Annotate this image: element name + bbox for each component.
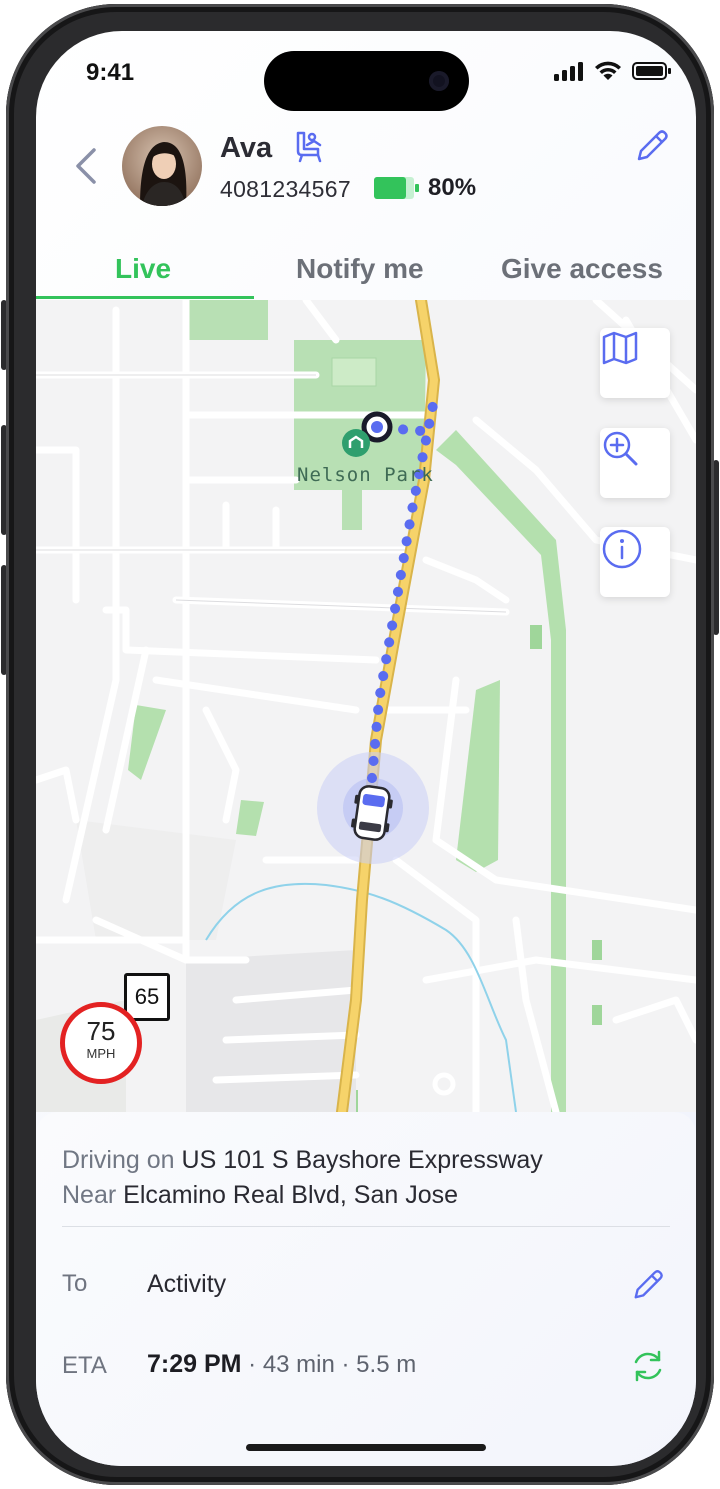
zoom-in-icon <box>603 431 638 466</box>
trip-details-sheet: Driving on US 101 S Bayshore Expressway … <box>36 1112 696 1466</box>
destination-value: Activity <box>147 1270 227 1298</box>
avatar[interactable] <box>122 126 202 206</box>
chevron-left-icon <box>76 148 96 184</box>
status-icons <box>554 61 672 81</box>
active-tab-indicator <box>36 296 254 299</box>
camera-icon <box>429 71 449 91</box>
tab-live[interactable]: Live <box>115 253 171 285</box>
tab-notify-me[interactable]: Notify me <box>296 253 424 285</box>
refresh-eta-button[interactable] <box>628 1346 668 1386</box>
info-icon <box>602 529 642 569</box>
dynamic-island <box>264 51 469 111</box>
battery-icon <box>374 177 420 199</box>
phone-frame: 9:41 Ava 4081234567 80% Live Notify me G… <box>6 4 714 1485</box>
eta-label: ETA <box>62 1352 107 1379</box>
divider <box>62 1226 670 1227</box>
pencil-icon <box>634 1270 663 1299</box>
driving-on-line: Driving on US 101 S Bayshore Expressway <box>62 1146 543 1175</box>
current-speed-value: 75 <box>86 1016 116 1046</box>
speed-limit-sign: 65 <box>124 973 170 1021</box>
pencil-icon <box>637 130 668 161</box>
battery-percent: 80% <box>428 174 477 201</box>
near-line: Near Elcamino Real Blvd, San Jose <box>62 1181 458 1210</box>
battery-status-icon <box>632 62 671 80</box>
current-road: US 101 S Bayshore Expressway <box>181 1146 543 1174</box>
edit-destination-button[interactable] <box>628 1265 668 1305</box>
near-prefix: Near <box>62 1181 117 1209</box>
current-speed-badge: 75 MPH <box>60 1002 142 1084</box>
home-indicator[interactable] <box>246 1444 486 1451</box>
driving-on-prefix: Driving on <box>62 1146 175 1174</box>
car-seat-icon <box>290 127 330 167</box>
contact-name: Ava <box>220 132 273 164</box>
wifi-icon <box>595 61 621 80</box>
cellular-signal-icon <box>554 62 583 81</box>
speed-unit: MPH <box>86 1046 116 1061</box>
live-map[interactable]: Nelson Park 65 75 MPH <box>36 300 696 1112</box>
eta-time: 7:29 PM <box>147 1350 242 1378</box>
info-button[interactable] <box>600 527 670 597</box>
tab-give-access[interactable]: Give access <box>501 253 663 285</box>
status-time: 9:41 <box>86 59 135 86</box>
eta-details: · 43 min · 5.5 m <box>241 1351 417 1378</box>
to-label: To <box>62 1270 88 1297</box>
avatar-photo <box>122 126 202 206</box>
edit-contact-button[interactable] <box>630 124 674 168</box>
back-button[interactable] <box>66 141 106 191</box>
map-icon <box>602 331 638 365</box>
map-layers-button[interactable] <box>600 328 670 398</box>
app-screen: 9:41 Ava 4081234567 80% Live Notify me G… <box>36 31 696 1466</box>
eta-line: 7:29 PM · 43 min · 5.5 m <box>147 1350 416 1379</box>
refresh-icon <box>634 1350 662 1382</box>
contact-phone: 4081234567 <box>220 176 351 202</box>
place-label: Nelson Park <box>297 464 434 486</box>
zoom-in-button[interactable] <box>600 428 670 498</box>
near-place: Elcamino Real Blvd, San Jose <box>123 1181 459 1209</box>
